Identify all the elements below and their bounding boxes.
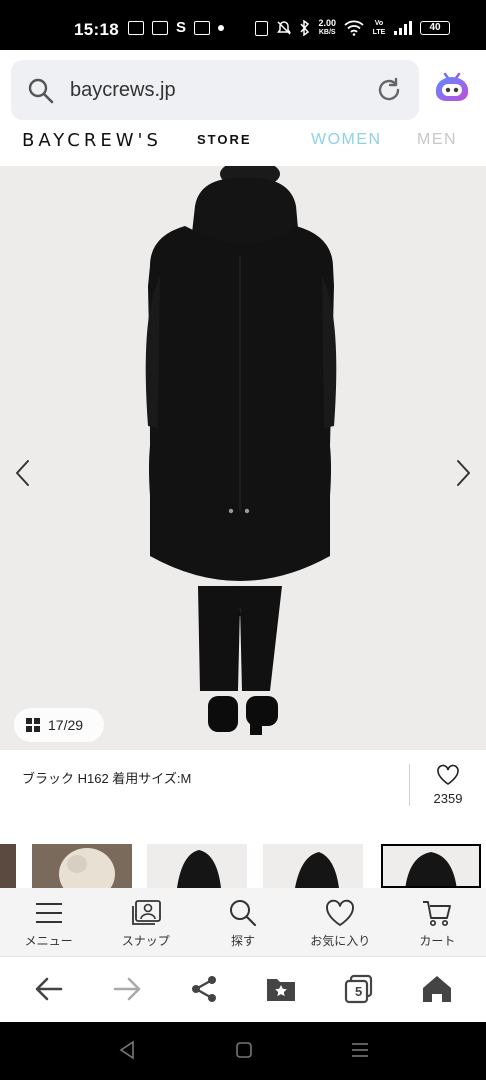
grid-icon [26,718,40,732]
site-bottom-nav: メニュー スナップ 探す お気に入り カート [0,888,486,956]
counter-total: 29 [67,717,84,733]
nav-menu-label: メニュー [24,934,73,948]
snap-icon [131,900,161,925]
nav-favorites-label: お気に入り [310,934,371,948]
nav-snap[interactable]: スナップ [97,888,194,956]
home-button[interactable] [419,971,455,1007]
nav-search[interactable]: 探す [194,888,291,956]
thumbnail-strip [0,840,486,888]
dot-icon [218,25,225,31]
site-logo-store[interactable]: STORE [197,132,252,147]
bookmark-folder-icon [267,979,295,1001]
system-back-icon[interactable] [118,1040,136,1060]
counter-current: 17 [48,717,64,733]
site-logo[interactable]: BAYCREW'S [22,130,162,151]
site-header: BAYCREW'S STORE WOMEN MEN [0,130,486,166]
status-bar: 15:18 S 2.00 KB/S Vo LTE 40 [0,0,486,50]
divider [409,764,410,806]
battery-icon: 40 [420,21,450,35]
heart-icon[interactable] [436,764,460,786]
image-counter-text: 17/29 [48,717,83,733]
nav-menu[interactable]: メニュー [0,888,97,956]
product-info-row: ブラック H162 着用サイズ:M 2359 [0,750,486,830]
forward-icon [113,977,141,1001]
search-icon [28,78,54,104]
thumbnail[interactable] [263,844,363,888]
forward-button[interactable] [109,971,145,1007]
menu-icon [35,903,62,923]
thumbnail[interactable] [147,844,247,888]
bookmarks-button[interactable] [263,971,299,1007]
system-icons: 2.00 KB/S Vo LTE 40 [255,19,450,37]
url-text: baycrews.jp [70,79,176,101]
net-speed-unit: KB/S [318,29,336,36]
system-home-icon[interactable] [235,1040,253,1060]
nav-search-label: 探す [231,934,256,948]
net-speed-value: 2.00 [318,18,336,28]
status-time: 15:18 [74,20,119,39]
share-icon [192,976,216,1002]
product-photo [145,166,337,735]
reload-icon[interactable] [375,76,403,104]
back-button[interactable] [31,971,67,1007]
browser-address-bar: baycrews.jp [0,50,486,130]
nav-snap-label: スナップ [121,934,170,948]
mute-icon [277,21,292,35]
product-image-gallery[interactable]: 17/29 [0,166,486,750]
bluetooth-icon [300,20,310,36]
wifi-icon [344,20,364,36]
notification-icons: S [128,19,225,36]
mail-icon [194,21,211,35]
tab-count: 5 [355,984,363,999]
nfc-icon [255,20,269,36]
thumbnail[interactable] [32,844,132,888]
net-speed: 2.00 KB/S [318,19,336,37]
search-icon [230,900,257,927]
tabs-button[interactable]: 5 [341,971,377,1007]
variant-caption: ブラック H162 着用サイズ:M [22,771,192,786]
url-field[interactable]: baycrews.jp [11,60,419,120]
home-icon [423,976,451,1002]
s-icon: S [176,19,187,36]
back-icon [35,977,63,1001]
share-button[interactable] [186,971,222,1007]
nav-favorites[interactable]: お気に入り [292,888,389,956]
thumbnail[interactable] [0,844,16,888]
assistant-icon[interactable] [432,68,472,108]
system-recents-icon[interactable] [350,1040,370,1060]
next-image-arrow-icon[interactable] [452,458,474,488]
cart-icon [423,901,452,927]
nav-women-tab[interactable]: WOMEN [311,131,382,149]
person-icon [152,21,168,35]
volte-icon: Vo LTE [372,20,386,36]
previous-image-arrow-icon[interactable] [12,458,34,488]
signal-icon [394,21,412,35]
like-count: 2359 [433,791,463,806]
heart-icon [326,899,355,927]
system-navigation-bar [0,1022,486,1080]
nav-cart[interactable]: カート [389,888,486,956]
nav-men-tab[interactable]: MEN [417,131,457,149]
thumbnail-selected[interactable] [381,844,481,888]
browser-toolbar: 5 [0,956,486,1022]
gallery-icon [128,21,144,35]
nav-cart-label: カート [419,934,456,948]
image-counter[interactable]: 17/29 [14,708,104,742]
